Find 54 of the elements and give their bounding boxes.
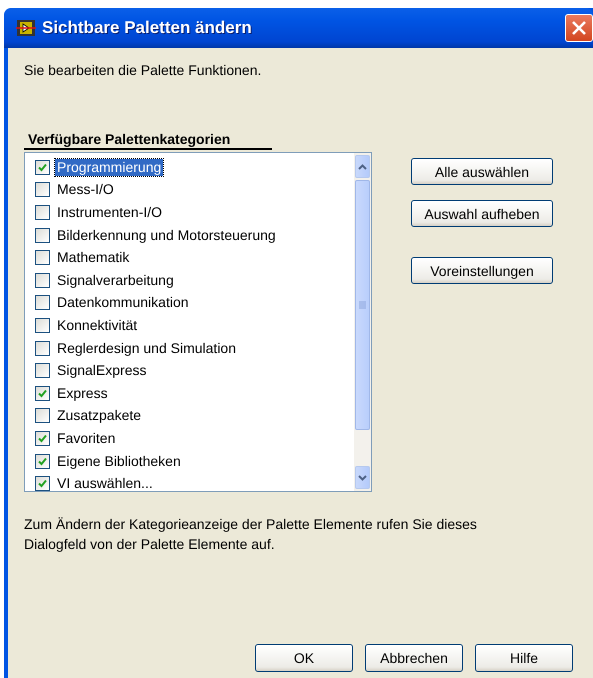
list-heading: Verfügbare Palettenkategorien (24, 130, 272, 150)
close-icon (571, 20, 587, 36)
checkbox[interactable] (35, 318, 50, 333)
list-item[interactable]: Reglerdesign und Simulation (55, 340, 238, 357)
note-text: Zum Ändern der Kategorieanzeige der Palette Elemente rufen Sie dieses Dialogfeld von der Palette Elemente auf. (24, 515, 478, 554)
checkbox[interactable] (35, 386, 50, 401)
checkbox[interactable] (35, 363, 50, 378)
list-item[interactable]: VI auswählen... (55, 475, 155, 491)
check-icon (38, 388, 47, 398)
checkbox[interactable] (35, 160, 50, 175)
checkbox[interactable] (35, 340, 50, 356)
list-item[interactable]: Favoriten (55, 430, 118, 447)
scrollbar[interactable] (354, 153, 371, 491)
checkbox[interactable] (35, 228, 50, 243)
check-icon (38, 479, 47, 488)
list-item[interactable]: Mathematik (55, 249, 132, 266)
side-button[interactable]: Alle auswählen (411, 158, 553, 185)
checkbox[interactable] (35, 454, 50, 469)
list-item[interactable]: Mess-I/O (55, 181, 116, 198)
list-item[interactable]: Zusatzpakete (55, 407, 144, 424)
scroll-thumb[interactable] (355, 180, 370, 430)
check-icon (38, 434, 47, 443)
list-item[interactable]: Eigene Bibliotheken (55, 452, 183, 470)
app-icon (16, 19, 36, 37)
check-icon (38, 162, 47, 172)
scroll-down-button[interactable] (355, 466, 370, 489)
side-button[interactable]: Voreinstellungen (411, 257, 553, 284)
list-item[interactable]: Programmierung (55, 158, 164, 176)
checkbox[interactable] (35, 272, 50, 288)
list-item[interactable]: Express (55, 384, 110, 402)
scroll-up-button[interactable] (355, 155, 370, 178)
list-item[interactable]: Bilderkennung und Motorsteuerung (55, 226, 278, 244)
dialog-button[interactable]: OK (255, 644, 353, 672)
category-list[interactable] (24, 152, 372, 492)
checkbox[interactable] (35, 430, 50, 446)
list-item[interactable]: Datenkommunikation (55, 294, 191, 312)
close-button[interactable] (565, 14, 593, 42)
checkbox[interactable] (35, 182, 50, 198)
grip-icon (359, 301, 366, 309)
checkbox[interactable] (35, 204, 50, 220)
checkbox[interactable] (35, 295, 50, 310)
dialog-button[interactable]: Abbrechen (365, 644, 463, 672)
window-title: Sichtbare Paletten ändern (42, 18, 253, 38)
check-icon (38, 456, 47, 466)
list-item[interactable]: SignalExpress (55, 362, 148, 380)
checkbox[interactable] (35, 250, 50, 266)
list-item[interactable]: Signalverarbeitung (55, 272, 176, 289)
side-button[interactable]: Auswahl aufheben (411, 200, 553, 227)
checkbox[interactable] (35, 476, 50, 491)
list-item[interactable]: Konnektivität (55, 316, 140, 334)
checkbox[interactable] (35, 408, 50, 424)
intro-text: Sie bearbeiten die Palette Funktionen. (24, 62, 262, 78)
list-item[interactable]: Instrumenten-I/O (55, 204, 164, 221)
dialog-button[interactable]: Hilfe (475, 644, 573, 672)
